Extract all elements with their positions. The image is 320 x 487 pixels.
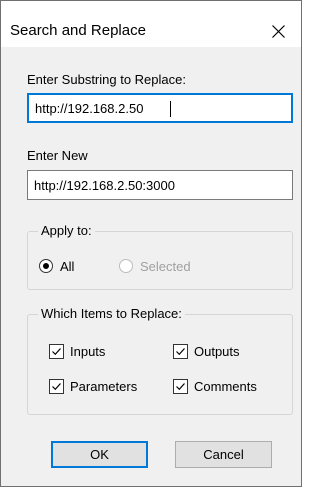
checkbox-parameters[interactable]: Parameters (49, 378, 159, 398)
replacement-label: Enter New (27, 148, 88, 163)
checkbox-comments[interactable]: Comments (173, 378, 283, 398)
items-legend: Which Items to Replace: (38, 306, 185, 322)
cancel-button[interactable]: Cancel (175, 441, 272, 468)
checkmark-icon (52, 348, 61, 356)
apply-to-group: Apply to: All Selected (27, 223, 293, 290)
replacement-field-box[interactable] (27, 170, 293, 200)
radio-selected-label: Selected (140, 259, 191, 274)
close-button[interactable] (255, 1, 301, 47)
checkbox-comments-box[interactable] (173, 379, 188, 394)
checkbox-outputs-label: Outputs (194, 344, 240, 359)
search-replace-dialog: Search and Replace Enter Substring to Re… (0, 0, 302, 487)
title-bar: Search and Replace (1, 1, 301, 47)
checkbox-parameters-box[interactable] (49, 379, 64, 394)
checkbox-parameters-label: Parameters (70, 379, 138, 394)
checkbox-comments-label: Comments (194, 379, 257, 394)
checkbox-inputs-box[interactable] (49, 344, 64, 359)
checkbox-outputs-box[interactable] (173, 344, 188, 359)
substring-field-box[interactable] (27, 93, 293, 123)
items-group: Which Items to Replace: Inputs Outputs P… (27, 306, 293, 415)
checkbox-inputs[interactable]: Inputs (49, 343, 149, 363)
checkbox-inputs-label: Inputs (70, 344, 106, 359)
close-icon (272, 25, 285, 38)
radio-all-label: All (60, 259, 75, 274)
dialog-title: Search and Replace (10, 22, 146, 39)
checkbox-outputs[interactable]: Outputs (173, 343, 273, 363)
ok-button[interactable]: OK (51, 441, 148, 468)
checkmark-icon (52, 383, 61, 391)
substring-input[interactable] (35, 95, 285, 121)
radio-button-checked[interactable] (39, 259, 53, 273)
checkmark-icon (176, 383, 185, 391)
substring-label: Enter Substring to Replace: (27, 72, 186, 87)
apply-to-legend: Apply to: (38, 223, 95, 239)
replacement-input[interactable] (34, 171, 284, 199)
radio-selected[interactable]: Selected (119, 257, 209, 277)
text-caret (170, 101, 171, 117)
radio-button-unchecked[interactable] (119, 259, 133, 273)
checkmark-icon (176, 348, 185, 356)
radio-all[interactable]: All (39, 257, 99, 277)
